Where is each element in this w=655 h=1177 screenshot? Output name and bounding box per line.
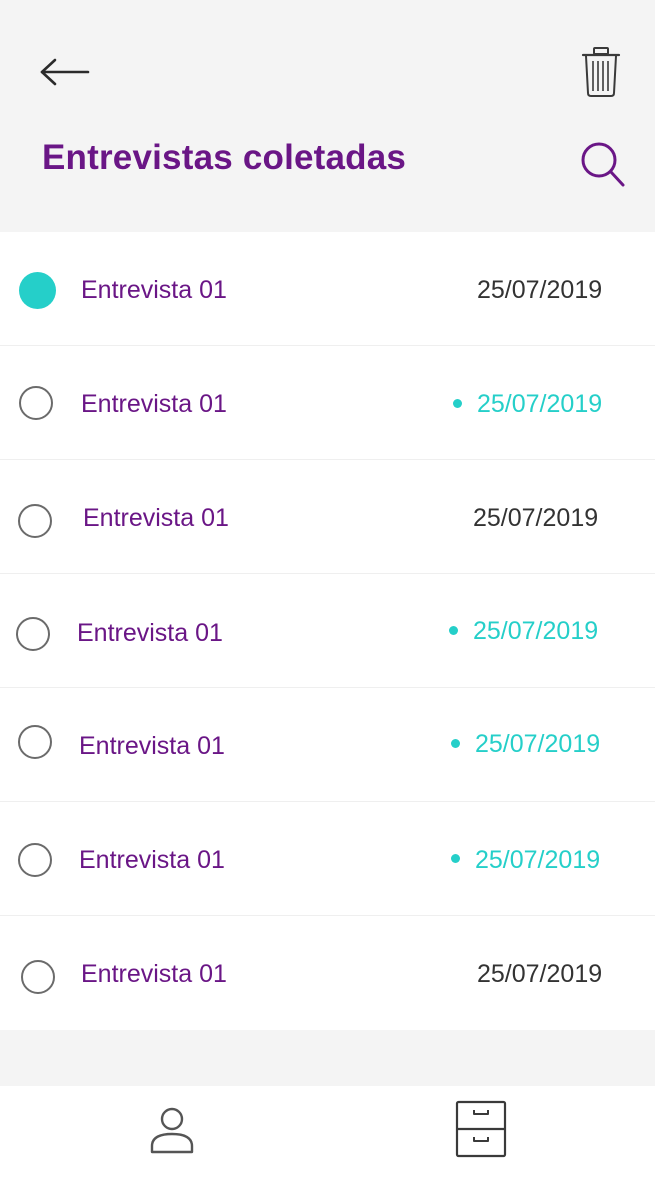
header: Entrevistas coletadas <box>0 0 655 232</box>
interview-title: Entrevista 01 <box>83 504 229 532</box>
new-indicator-dot <box>449 626 458 635</box>
selection-radio[interactable] <box>18 843 52 877</box>
nav-archive-button[interactable] <box>452 1098 510 1160</box>
list-item[interactable]: Entrevista 01 25/07/2019 <box>0 574 655 688</box>
archive-drawer-icon <box>455 1100 507 1158</box>
page-title: Entrevistas coletadas <box>42 138 407 177</box>
selection-radio[interactable] <box>18 504 52 538</box>
new-indicator-dot <box>451 739 460 748</box>
interview-list: Entrevista 01 25/07/2019 Entrevista 01 2… <box>0 232 655 1030</box>
interview-title: Entrevista 01 <box>81 960 227 988</box>
back-button[interactable] <box>34 52 94 92</box>
list-item[interactable]: Entrevista 01 25/07/2019 <box>0 802 655 916</box>
nav-profile-button[interactable] <box>145 1104 199 1158</box>
new-indicator-dot <box>451 854 460 863</box>
bottom-navigation <box>0 1086 655 1177</box>
search-icon <box>581 142 625 187</box>
new-indicator-dot <box>453 399 462 408</box>
interview-date: 25/07/2019 <box>477 390 603 418</box>
list-item[interactable]: Entrevista 01 25/07/2019 <box>0 346 655 460</box>
trash-icon <box>581 47 621 97</box>
selection-radio[interactable] <box>16 617 50 651</box>
arrow-left-icon <box>40 58 90 86</box>
selection-radio[interactable] <box>19 272 56 309</box>
interview-title: Entrevista 01 <box>77 619 223 647</box>
interview-date: 25/07/2019 <box>475 846 601 874</box>
delete-button[interactable] <box>578 44 624 100</box>
search-button[interactable] <box>574 138 630 190</box>
interview-date: 25/07/2019 <box>475 730 601 758</box>
list-item[interactable]: Entrevista 01 25/07/2019 <box>0 232 655 346</box>
interview-date: 25/07/2019 <box>477 960 603 988</box>
list-item[interactable]: Entrevista 01 25/07/2019 <box>0 688 655 802</box>
selection-radio[interactable] <box>18 725 52 759</box>
list-item[interactable]: Entrevista 01 25/07/2019 <box>0 460 655 574</box>
interview-title: Entrevista 01 <box>79 732 225 760</box>
selection-radio[interactable] <box>19 386 53 420</box>
app-screen: Entrevistas coletadas Entrevista 01 25/0… <box>0 0 655 1177</box>
selection-radio[interactable] <box>21 960 55 994</box>
interview-date: 25/07/2019 <box>477 276 603 304</box>
interview-date: 25/07/2019 <box>473 504 599 532</box>
interview-title: Entrevista 01 <box>81 276 227 304</box>
interview-title: Entrevista 01 <box>81 390 227 418</box>
interview-title: Entrevista 01 <box>79 846 225 874</box>
list-item[interactable]: Entrevista 01 25/07/2019 <box>0 916 655 1030</box>
interview-date: 25/07/2019 <box>473 617 599 645</box>
user-icon <box>150 1107 194 1154</box>
